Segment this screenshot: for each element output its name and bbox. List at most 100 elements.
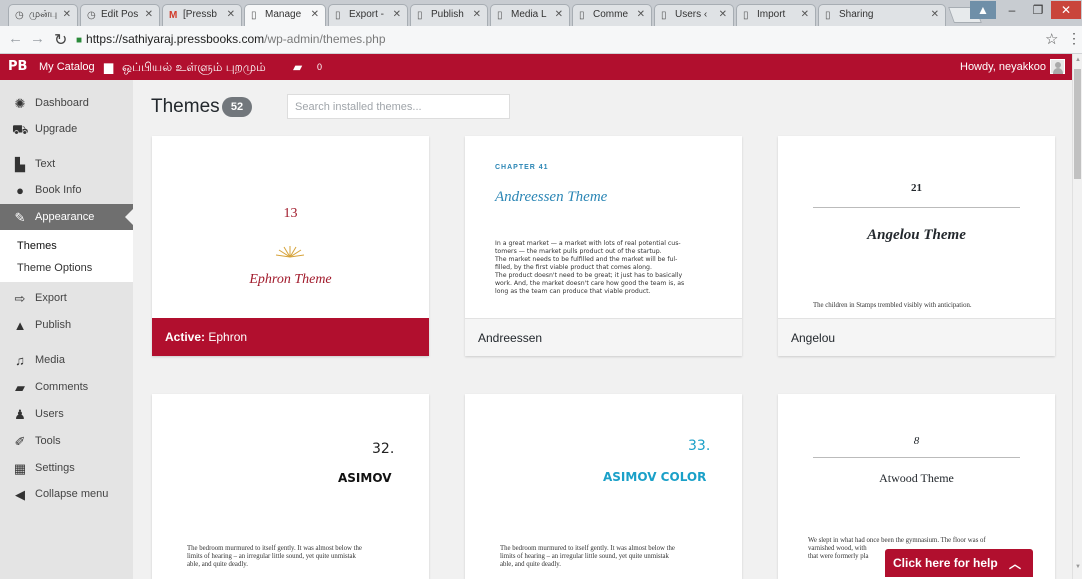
sidebar-item-appearance[interactable]: ✎ Appearance [0,204,133,230]
sidebar-item-media[interactable]: ♫ Media [0,347,133,373]
theme-name-bar: Andreessen [465,318,742,356]
theme-card-asimov[interactable]: 32. ASIMOV The bedroom murmured to itsel… [152,394,429,579]
sidebar-item-book-info[interactable]: ● Book Info [0,177,133,203]
theme-name: Ephron [208,330,248,344]
theme-card-angelou[interactable]: 21 Angelou Theme The children in Stamps … [778,136,1055,356]
howdy-user[interactable]: Howdy, neyakkoo [960,61,1046,73]
preview-number: 21 [911,182,922,194]
browser-tab[interactable]: ▯ Comme ✕ [572,4,652,26]
close-tab-icon[interactable]: ✕ [393,9,401,20]
close-tab-icon[interactable]: ✕ [637,9,645,20]
collapse-menu-button[interactable]: ◀ Collapse menu [0,481,133,507]
gmail-icon: M [169,10,178,21]
theme-card-ephron[interactable]: 13 Ephron Theme Active: Ephron [152,136,429,356]
theme-card-asimov-color[interactable]: 33. ASIMOV COLOR The bedroom murmured to… [465,394,742,579]
preview-text: The bedroom murmured to itself gently. I… [187,545,362,568]
comment-count: 0 [317,62,323,72]
page-icon: ▯ [825,10,831,21]
browser-tab[interactable]: ▯ Users ‹ ✕ [654,4,734,26]
avatar[interactable] [1050,59,1065,74]
scroll-down-icon[interactable]: ▼ [1075,564,1081,570]
url-field[interactable]: ■ https://sathiyaraj.pressbooks.com/wp-ad… [76,32,386,46]
theme-card-andreessen[interactable]: CHAPTER 41 Andreessen Theme In a great m… [465,136,742,356]
minimize-icon[interactable]: – [999,1,1025,19]
close-tab-icon[interactable]: ✕ [555,9,563,20]
preview-title: ASIMOV COLOR [603,470,707,484]
comment-bubble-icon[interactable]: ▰ [293,60,302,74]
theme-screenshot[interactable]: 13 Ephron Theme [152,136,429,318]
browser-tab[interactable]: ▯ Import ✕ [736,4,816,26]
sunburst-icon [275,246,305,258]
theme-screenshot[interactable]: 21 Angelou Theme The children in Stamps … [778,136,1055,318]
browser-tab[interactable]: ▯ Publish ✕ [410,4,488,26]
close-tab-icon[interactable]: ✕ [311,9,319,20]
page-icon: ▯ [661,10,667,21]
close-tab-icon[interactable]: ✕ [63,9,71,20]
collapse-icon: ◀ [15,487,25,502]
sidebar-item-settings[interactable]: ▦ Settings [0,455,133,481]
pressbooks-logo[interactable]: PB [8,59,27,74]
dashboard-icon: ✺ [14,96,26,111]
bookmark-star-icon[interactable]: ☆ [1045,30,1058,48]
preview-title: Atwood Theme [879,471,954,485]
browser-menu-icon[interactable]: ⋮ [1067,30,1081,47]
close-tab-icon[interactable]: ✕ [931,9,939,20]
theme-screenshot[interactable]: CHAPTER 41 Andreessen Theme In a great m… [465,136,742,318]
close-tab-icon[interactable]: ✕ [801,9,809,20]
page-icon: ▯ [251,10,257,21]
reload-icon[interactable]: ↻ [54,30,67,50]
browser-tab-active[interactable]: ▯ Manage ✕ [244,4,326,27]
info-icon: ● [16,183,24,198]
close-tab-icon[interactable]: ✕ [473,9,481,20]
sidebar-item-dashboard[interactable]: ✺ Dashboard [0,90,133,116]
preview-chapter: CHAPTER 41 [495,164,549,171]
preview-title: ASIMOV [338,471,392,485]
lock-icon: ■ [76,35,83,46]
chevron-up-icon: ︿ [1008,557,1021,571]
browser-tab[interactable]: ◷ முன்பு ✕ [8,4,78,26]
my-catalog-link[interactable]: My Catalog [39,61,95,73]
preview-number: 8 [913,435,920,447]
sidebar-item-export[interactable]: ⇨ Export [0,285,133,311]
preview-number: 33. [688,438,711,454]
close-tab-icon[interactable]: ✕ [145,9,153,20]
preview-text: The children in Stamps trembled visibly … [813,302,972,309]
book-title-link[interactable]: ஒப்பியல் உள்ளும் புறமும் [122,60,266,76]
theme-screenshot[interactable]: 32. ASIMOV The bedroom murmured to itsel… [152,394,429,579]
theme-screenshot[interactable]: 33. ASIMOV COLOR The bedroom murmured to… [465,394,742,579]
help-button[interactable]: Click here for help ︿ [885,549,1033,577]
search-themes-input[interactable] [287,94,510,119]
profile-icon[interactable]: ▲ [970,1,996,19]
page-scrollbar[interactable]: ▲ ▼ [1072,54,1082,579]
sidebar-item-upgrade[interactable]: ⛟ Upgrade [0,116,133,142]
browser-tab[interactable]: M [Pressb ✕ [162,4,242,26]
admin-sidebar: ✺ Dashboard ⛟ Upgrade ▙ Text ● Book Info ✎ Ap… [0,80,133,579]
browser-tab[interactable]: ▯ Sharing ✕ [818,4,946,26]
submenu-themes[interactable]: Themes [17,240,57,252]
theme-name-bar: Active: Ephron [152,318,429,356]
theme-name: Andreessen [478,331,543,345]
close-tab-icon[interactable]: ✕ [719,9,727,20]
sidebar-item-comments[interactable]: ▰ Comments [0,374,133,400]
back-arrow-icon[interactable]: ← [8,30,23,47]
submenu-theme-options[interactable]: Theme Options [17,262,92,274]
page-icon: ▯ [417,10,423,21]
window-close-icon[interactable]: ✕ [1051,1,1081,19]
store-icon: ▲ [13,318,27,333]
scroll-up-icon[interactable]: ▲ [1075,57,1081,63]
browser-tab[interactable]: ▯ Export - ✕ [328,4,408,26]
sidebar-item-tools[interactable]: ✐ Tools [0,428,133,454]
sidebar-item-text[interactable]: ▙ Text [0,151,133,177]
theme-name: Angelou [791,331,836,345]
maximize-icon[interactable]: ❐ [1025,1,1051,19]
sidebar-item-users[interactable]: ♟ Users [0,401,133,427]
export-icon: ⇨ [14,291,26,306]
browser-tab[interactable]: ▯ Media L ✕ [490,4,570,26]
clock-icon: ◷ [87,10,96,21]
browser-tab[interactable]: ◷ Edit Pos ✕ [80,4,160,26]
forward-arrow-icon[interactable]: → [30,30,45,47]
sidebar-item-publish[interactable]: ▲ Publish [0,312,133,338]
scrollbar-thumb[interactable] [1074,69,1081,179]
close-tab-icon[interactable]: ✕ [227,9,235,20]
preview-text: The bedroom murmured to itself gently. I… [500,545,675,568]
